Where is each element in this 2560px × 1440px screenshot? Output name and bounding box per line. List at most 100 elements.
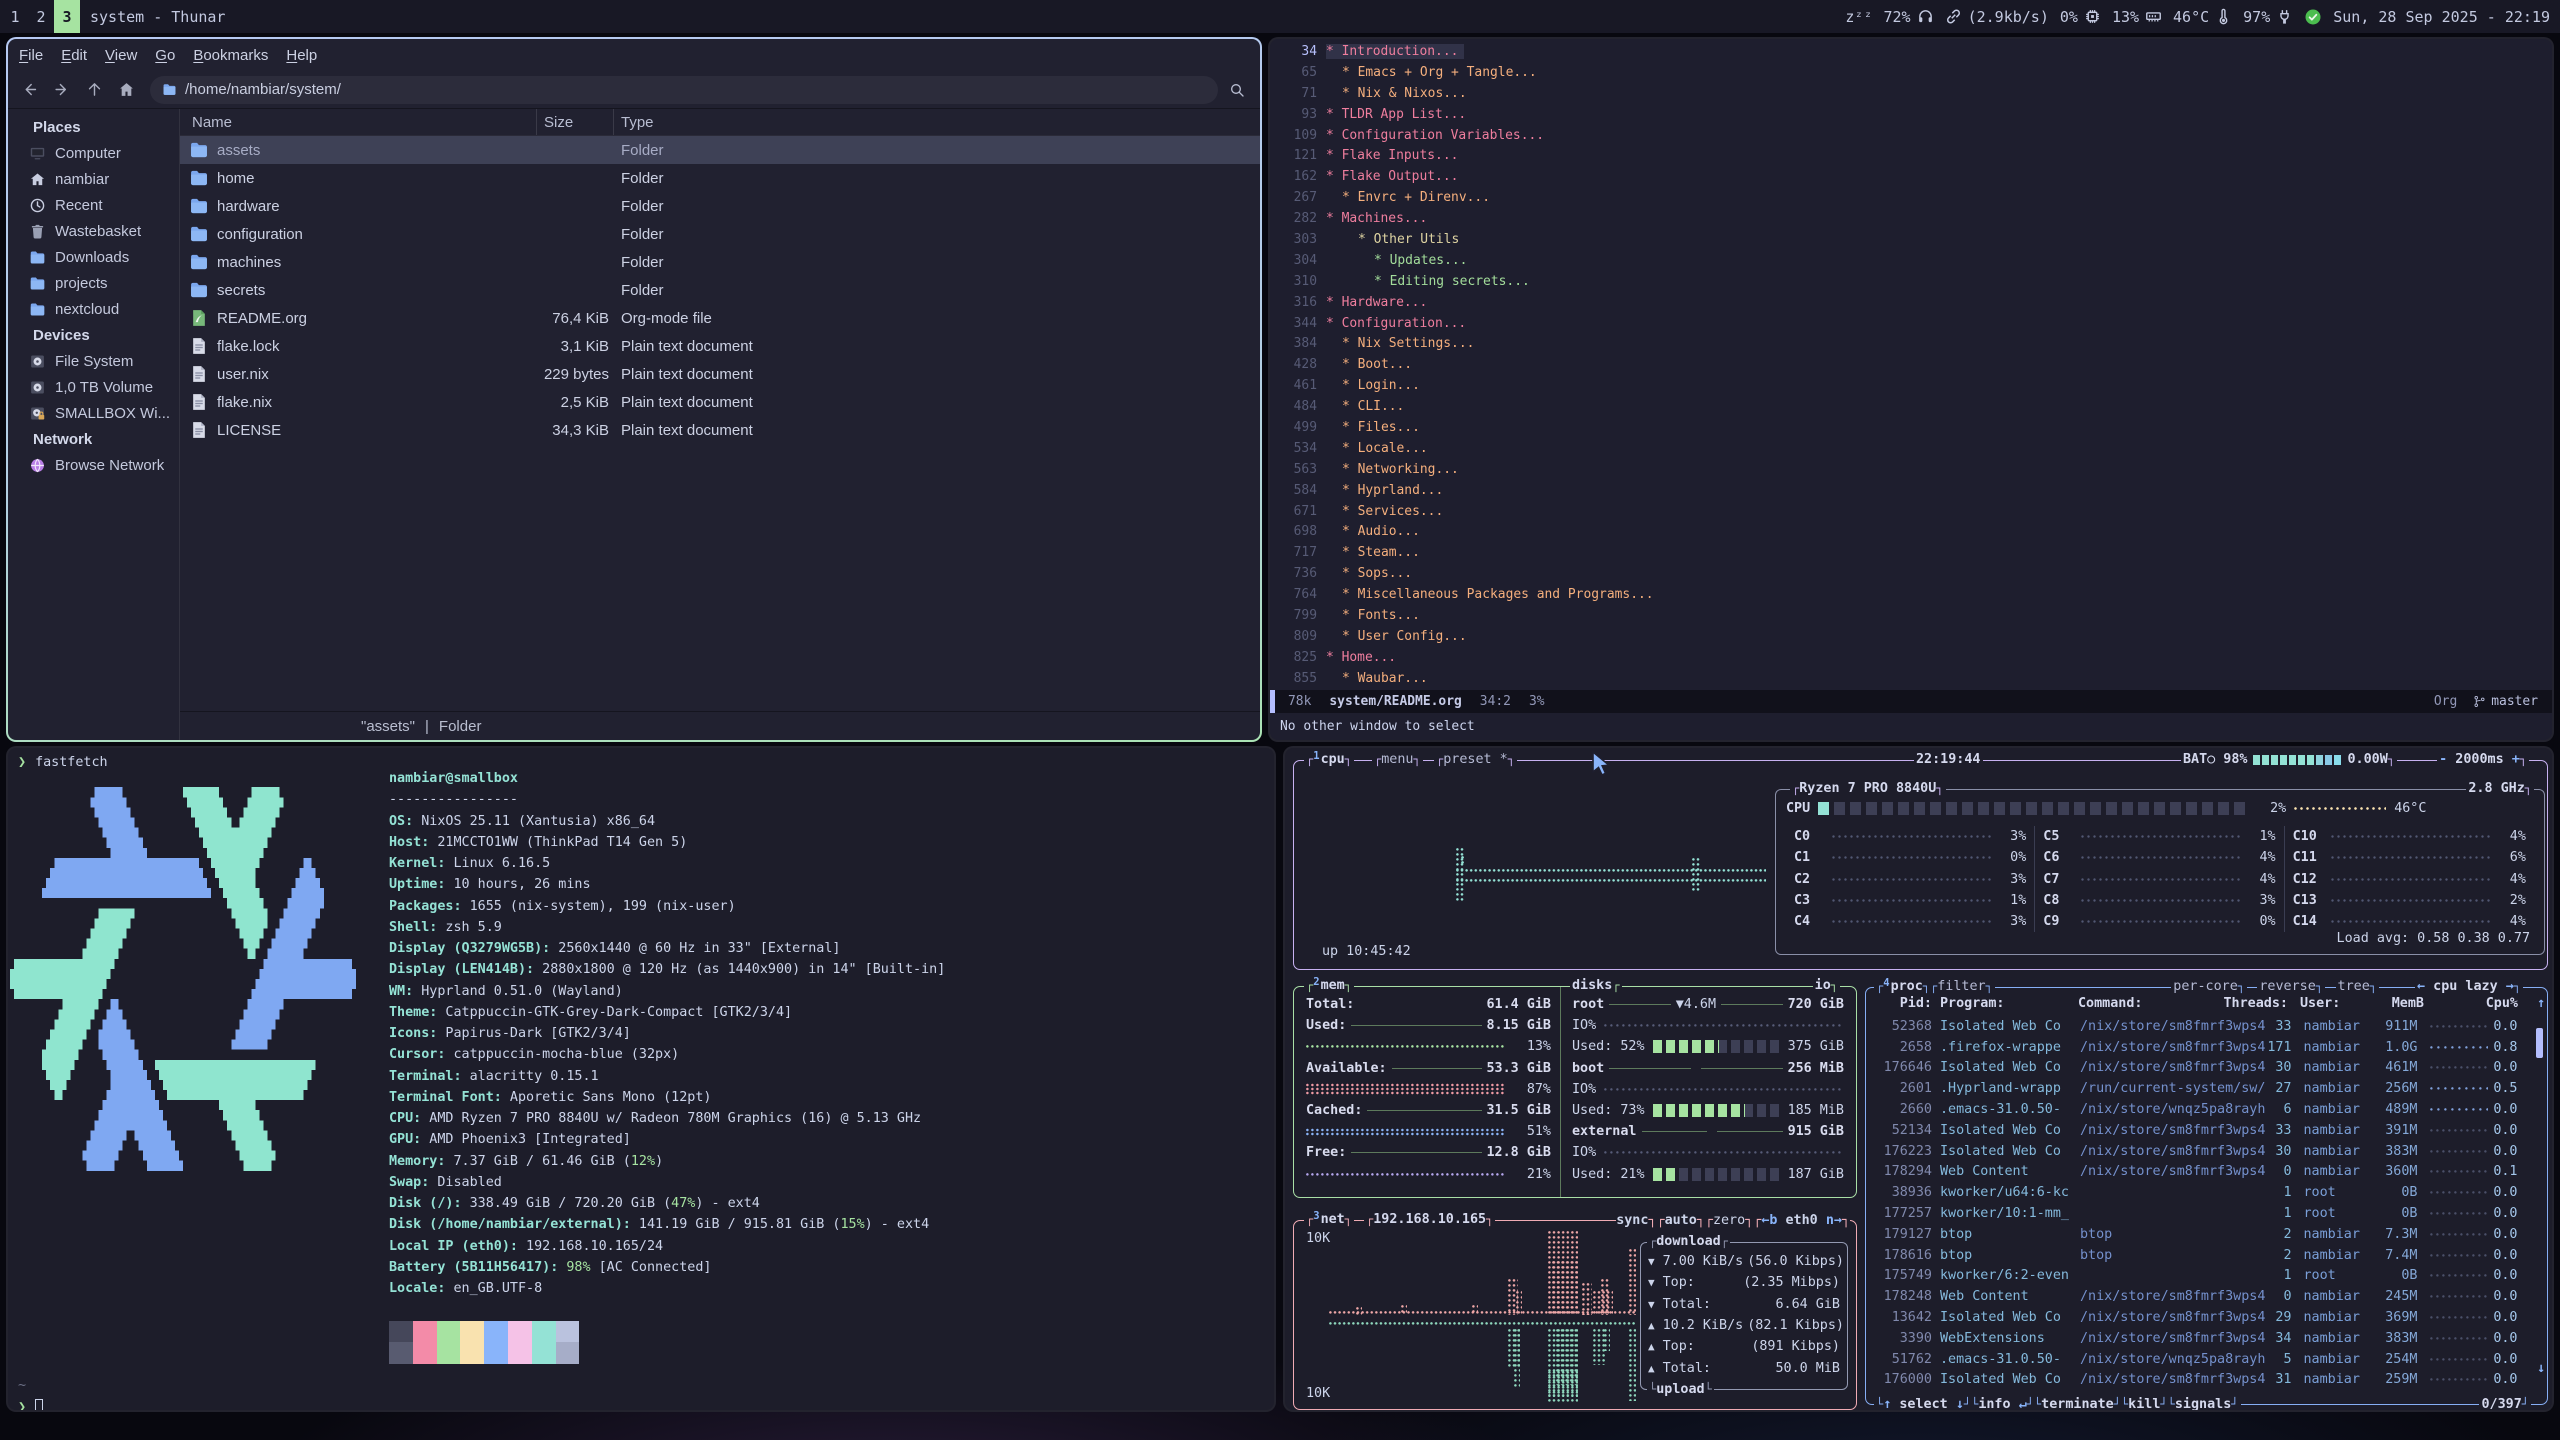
column-header-name[interactable]: Name xyxy=(180,109,537,135)
net-tab[interactable]: ┌3net┐ xyxy=(1304,1210,1354,1230)
proc-row[interactable]: 178248 Web Content /nix/store/sm8fmrf3wp… xyxy=(1876,1286,2537,1307)
select-button[interactable]: select xyxy=(1899,1397,1947,1411)
file-row[interactable]: user.nix 229 bytes Plain text document xyxy=(180,360,1260,388)
workspace-button[interactable]: 2 xyxy=(28,0,54,33)
header-threads[interactable]: Threads: xyxy=(2196,996,2288,1011)
net-prev-iface[interactable]: ←b xyxy=(1761,1213,1777,1228)
terminate-button[interactable]: terminate xyxy=(2041,1397,2114,1411)
path-bar[interactable]: /home/nambiar/system/ xyxy=(150,76,1218,104)
sidebar-item[interactable]: Devices xyxy=(8,322,179,348)
scroll-down-arrow[interactable]: ↓ xyxy=(2537,1361,2545,1376)
proc-scrollbar[interactable] xyxy=(2536,1028,2543,1058)
proc-row[interactable]: 179127 btop btop 2 nambiar 7.3M 0.0 xyxy=(1876,1224,2537,1245)
sort-selector[interactable]: ← cpu lazy →┐ xyxy=(2415,977,2523,997)
proc-row[interactable]: 2601 .Hyprland-wrapp /run/current-system… xyxy=(1876,1078,2537,1099)
proc-row[interactable]: 178616 btop btop 2 nambiar 7.4M 0.0 xyxy=(1876,1245,2537,1266)
proc-row[interactable]: 13642 Isolated Web Co /nix/store/sm8fmrf… xyxy=(1876,1307,2537,1328)
preset-button[interactable]: ┌preset *┐ xyxy=(1434,750,1517,770)
rate-decrease[interactable]: - xyxy=(2439,750,2447,770)
per-core-button[interactable]: per-core┐ xyxy=(2171,977,2247,997)
sidebar-item[interactable]: Browse Network xyxy=(8,452,179,478)
header-pid[interactable]: Pid: xyxy=(1876,996,1932,1011)
proc-row[interactable]: 52134 Isolated Web Co /nix/store/sm8fmrf… xyxy=(1876,1120,2537,1141)
sidebar-item[interactable]: Computer xyxy=(8,140,179,166)
terminal[interactable]: ❯ fastfetch nambiar@smallbox -----------… xyxy=(8,748,1274,1410)
proc-row[interactable]: 3390 WebExtensions /nix/store/sm8fmrf3wp… xyxy=(1876,1328,2537,1349)
file-row[interactable]: flake.lock 3,1 KiB Plain text document xyxy=(180,332,1260,360)
sidebar-item[interactable]: SMALLBOX Wi... xyxy=(8,400,179,426)
file-row[interactable]: home Folder xyxy=(180,164,1260,192)
net-auto[interactable]: auto xyxy=(1665,1213,1697,1228)
forward-button[interactable] xyxy=(48,76,76,104)
home-button[interactable] xyxy=(112,76,140,104)
proc-row[interactable]: 176000 Isolated Web Co /nix/store/sm8fmr… xyxy=(1876,1370,2537,1391)
file-row[interactable]: README.org 76,4 KiB Org-mode file xyxy=(180,304,1260,332)
sidebar-item[interactable]: nextcloud xyxy=(8,296,179,322)
search-button[interactable] xyxy=(1222,76,1252,104)
file-row[interactable]: configuration Folder xyxy=(180,220,1260,248)
sidebar-item[interactable]: nambiar xyxy=(8,166,179,192)
file-row[interactable]: flake.nix 2,5 KiB Plain text document xyxy=(180,388,1260,416)
sidebar-item[interactable]: projects xyxy=(8,270,179,296)
menu-item[interactable]: Go xyxy=(146,42,184,69)
menu-item[interactable]: Edit xyxy=(52,42,96,69)
menu-item[interactable]: Help xyxy=(277,42,326,69)
tree-button[interactable]: tree┐ xyxy=(2336,977,2379,997)
sidebar-item[interactable]: Places xyxy=(8,114,179,140)
info-button[interactable]: info xyxy=(1978,1397,2010,1411)
signals-button[interactable]: signals xyxy=(2175,1397,2231,1411)
up-button[interactable] xyxy=(80,76,108,104)
proc-row[interactable]: 176646 Isolated Web Co /nix/store/sm8fmr… xyxy=(1876,1058,2537,1079)
menu-item[interactable]: Bookmarks xyxy=(184,42,277,69)
major-mode[interactable]: Org xyxy=(2434,694,2457,709)
proc-row[interactable]: 51762 .emacs-31.0.50- /nix/store/wnqz5pa… xyxy=(1876,1349,2537,1370)
rate-increase[interactable]: + xyxy=(2512,750,2520,770)
workspace-button[interactable]: 1 xyxy=(2,0,28,33)
file-row[interactable]: machines Folder xyxy=(180,248,1260,276)
proc-row[interactable]: 178294 Web Content /nix/store/sm8fmrf3wp… xyxy=(1876,1162,2537,1183)
proc-tab[interactable]: ┌4proc┐ xyxy=(1874,977,1932,997)
header-cpu[interactable]: Cpu% xyxy=(2476,996,2518,1011)
menu-button[interactable]: ┌menu┐ xyxy=(1372,750,1423,770)
menu-item[interactable]: File xyxy=(10,42,52,69)
filter-button[interactable]: ┌filter┐ xyxy=(1928,977,1995,997)
header-user[interactable]: User: xyxy=(2300,996,2340,1011)
file-row[interactable]: assets Folder xyxy=(180,136,1260,164)
column-header-type[interactable]: Type xyxy=(614,114,1260,131)
header-memb[interactable]: MemB xyxy=(2376,996,2424,1011)
idle-inhibitor[interactable]: zᶻᶻ xyxy=(1845,8,1872,26)
proc-row[interactable]: 2660 .emacs-31.0.50- /nix/store/wnqz5pa8… xyxy=(1876,1099,2537,1120)
file-row[interactable]: secrets Folder xyxy=(180,276,1260,304)
back-button[interactable] xyxy=(16,76,44,104)
cpu-tab[interactable]: ┌1cpu┐ xyxy=(1304,750,1354,770)
scroll-up-arrow[interactable]: ↑ xyxy=(2537,996,2545,1011)
sidebar-item[interactable]: Recent xyxy=(8,192,179,218)
kill-button[interactable]: kill xyxy=(2128,1397,2160,1411)
sidebar-item[interactable]: Downloads xyxy=(8,244,179,270)
proc-row[interactable]: 2658 .firefox-wrappe /nix/store/sm8fmrf3… xyxy=(1876,1037,2537,1058)
sidebar-item[interactable]: File System xyxy=(8,348,179,374)
header-program[interactable]: Program: xyxy=(1940,996,2005,1011)
column-header-size[interactable]: Size xyxy=(537,109,614,135)
net-next-iface[interactable]: n→ xyxy=(1826,1213,1842,1228)
net-zero[interactable]: zero xyxy=(1713,1213,1745,1228)
header-command[interactable]: Command: xyxy=(2078,996,2143,1011)
net-sync[interactable]: sync xyxy=(1616,1213,1648,1228)
io-tab[interactable]: io┐ xyxy=(1813,976,1840,996)
sidebar-item[interactable]: Network xyxy=(8,426,179,452)
menu-item[interactable]: View xyxy=(96,42,146,69)
reverse-button[interactable]: reverse┐ xyxy=(2257,977,2325,997)
proc-row[interactable]: 52368 Isolated Web Co /nix/store/sm8fmrf… xyxy=(1876,1016,2537,1037)
org-buffer[interactable]: 34 * Introduction... 65 * Emacs + Org + … xyxy=(1270,39,2552,690)
file-row[interactable]: LICENSE 34,3 KiB Plain text document xyxy=(180,416,1260,444)
proc-row[interactable]: 176223 Isolated Web Co /nix/store/sm8fmr… xyxy=(1876,1141,2537,1162)
workspace-button[interactable]: 3 xyxy=(54,0,80,33)
sidebar-item[interactable]: Wastebasket xyxy=(8,218,179,244)
proc-row[interactable]: 177257 kworker/10:1-mm_ 1 root 0B 0.0 xyxy=(1876,1203,2537,1224)
proc-row[interactable]: 175749 kworker/6:2-even 1 root 0B 0.0 xyxy=(1876,1266,2537,1287)
sidebar-item[interactable]: 1,0 TB Volume xyxy=(8,374,179,400)
proc-row[interactable]: 38936 kworker/u64:6-kc 1 root 0B 0.0 xyxy=(1876,1182,2537,1203)
mem-tab[interactable]: ┌2mem┐ xyxy=(1304,976,1354,996)
disks-tab[interactable]: disks┌ xyxy=(1570,976,1622,996)
file-row[interactable]: hardware Folder xyxy=(180,192,1260,220)
